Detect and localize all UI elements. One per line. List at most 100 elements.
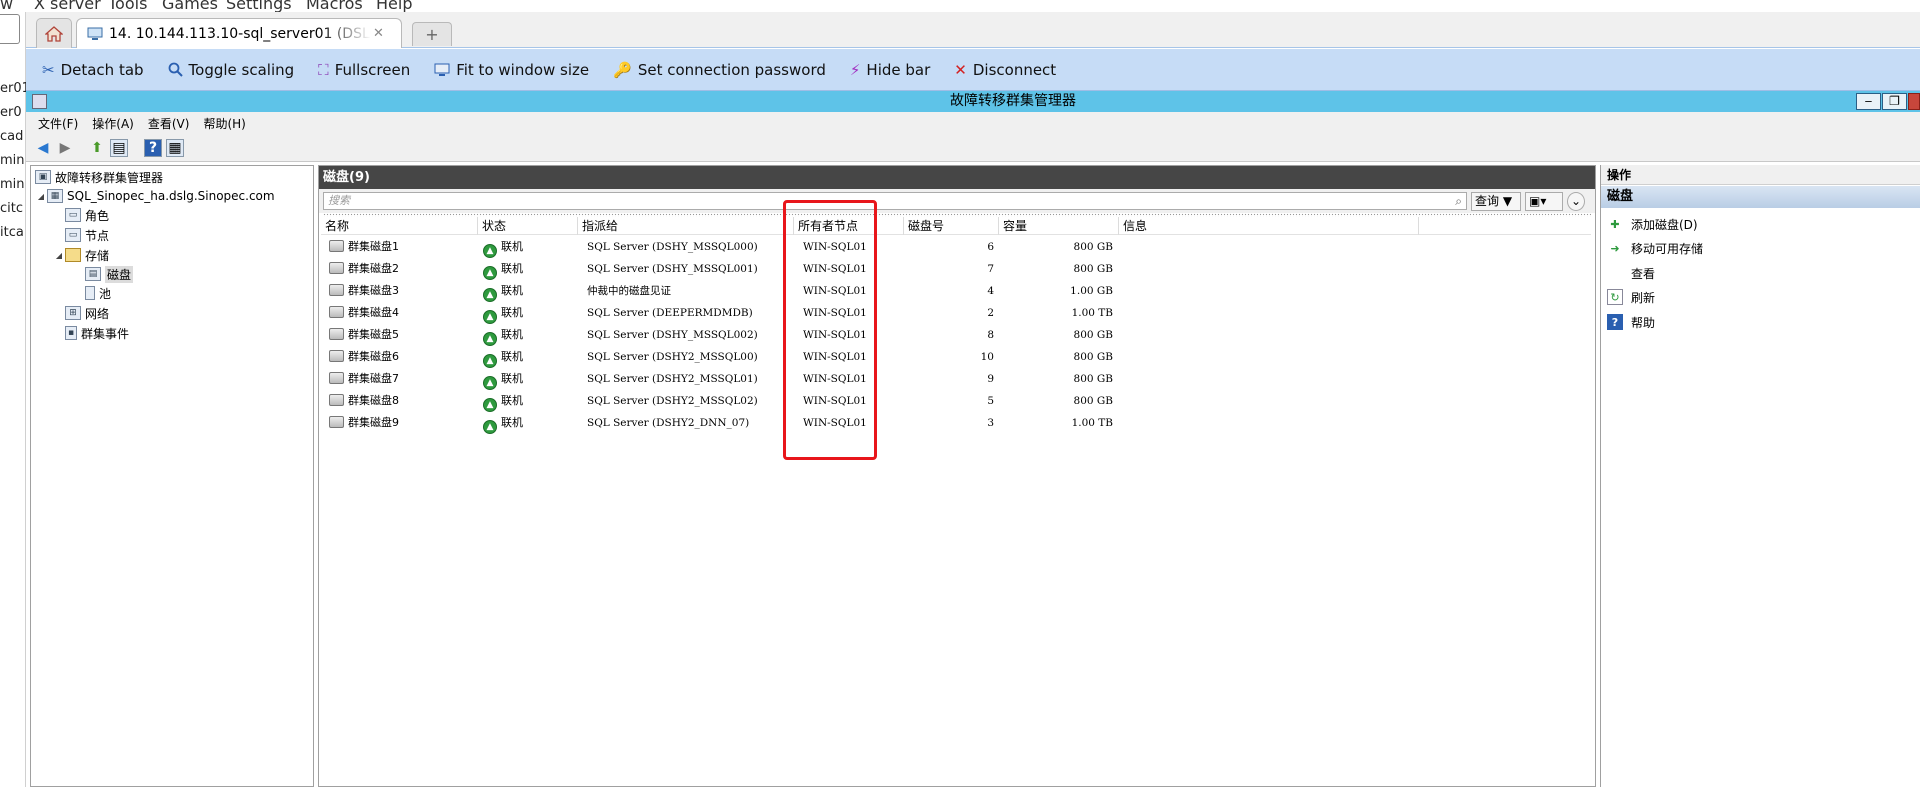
back-arrow-icon[interactable]: ◀ (34, 139, 52, 157)
sidebar-item[interactable]: er0 (0, 105, 22, 120)
cell-capacity: 800 GB (1073, 263, 1113, 275)
cell-assigned: SQL Server (DSHY_MSSQL000) (587, 241, 758, 253)
restore-button[interactable]: ❐ (1882, 93, 1907, 110)
cell-disk-number: 10 (980, 351, 994, 363)
outer-menu-settings[interactable]: Settings (226, 0, 292, 12)
outer-menu-view[interactable]: w (0, 0, 13, 12)
detach-tab-button[interactable]: ✂ Detach tab (42, 61, 144, 79)
lightning-icon: ⚡ (849, 60, 861, 79)
fullscreen-button[interactable]: ⛶ Fullscreen (318, 61, 410, 79)
key-icon: 🔑 (613, 60, 632, 79)
action-move-storage[interactable]: ➜ 移动可用存储 (1607, 237, 1703, 259)
outer-menu-macros[interactable]: Macros (306, 0, 363, 12)
col-header-assigned[interactable]: 指派给 (578, 217, 794, 235)
actions-header: 操作 (1601, 165, 1920, 185)
cell-disk-number: 6 (987, 241, 994, 253)
col-header-status[interactable]: 状态 (478, 217, 578, 235)
menu-file[interactable]: 文件(F) (38, 115, 78, 132)
toggle-scaling-button[interactable]: Toggle scaling (168, 61, 294, 79)
disk-icon (329, 240, 344, 252)
query-dropdown-button[interactable]: 查询 ▼ (1471, 192, 1521, 211)
save-query-button[interactable]: ▣▾ (1525, 192, 1563, 211)
action-add-disk[interactable]: ✚ 添加磁盘(D) (1607, 213, 1697, 235)
set-password-button[interactable]: 🔑 Set connection password (613, 61, 826, 79)
table-row[interactable]: 群集磁盘6 ▲ 联机 SQL Server (DSHY2_MSSQL00) WIN-SQ… (321, 346, 1591, 368)
disk-icon (329, 262, 344, 274)
sessions-sidebar: er01 er0 cad min min citc itca (0, 12, 30, 787)
collapse-arrow-icon[interactable]: ◢ (53, 251, 65, 260)
sidebar-item[interactable]: cad (0, 129, 23, 144)
minimize-button[interactable]: ‒ (1856, 93, 1881, 110)
menu-help[interactable]: 帮助(H) (203, 115, 245, 132)
close-window-button[interactable] (1908, 93, 1920, 110)
online-arrow-icon: ▲ (483, 398, 497, 412)
tree-item-nodes[interactable]: ▭ 节点 (65, 226, 109, 244)
tree-item-storage[interactable]: ◢ 存储 (53, 246, 109, 264)
action-view[interactable]: 查看 (1607, 262, 1655, 284)
table-row[interactable]: 群集磁盘3 ▲ 联机 仲裁中的磁盘见证 WIN-SQL01 4 1.00 GB (321, 280, 1591, 302)
hide-bar-button[interactable]: ⚡ Hide bar (850, 61, 930, 79)
collapse-arrow-icon[interactable]: ◢ (35, 192, 47, 201)
col-header-info[interactable]: 信息 (1119, 217, 1419, 235)
tree-item-disks[interactable]: ▤ 磁盘 (85, 265, 134, 283)
outer-menu-tools[interactable]: Tools (108, 0, 147, 12)
show-action-pane-icon[interactable]: ▦ (166, 139, 184, 157)
col-header-capacity[interactable]: 容量 (999, 217, 1119, 235)
action-help[interactable]: ? 帮助 (1607, 311, 1655, 333)
outer-menu-games[interactable]: Games (162, 0, 218, 12)
sidebar-item[interactable]: min (0, 153, 25, 168)
action-refresh[interactable]: ↻ 刷新 (1607, 286, 1655, 308)
expand-chevron-icon[interactable]: ⌄ (1567, 192, 1585, 211)
tree-cluster[interactable]: ◢ ▦ SQL_Sinopec_ha.dslg.Sinopec.com (35, 187, 275, 205)
new-tab-button[interactable]: + (412, 22, 452, 46)
outer-menu-xserver[interactable]: X server (34, 0, 101, 12)
tab-session[interactable]: 14. 10.144.113.10-sql_server01 (DSLG\ ✕ (76, 18, 402, 48)
cell-disk-number: 4 (987, 285, 994, 297)
sidebar-item[interactable]: citc (0, 201, 23, 216)
actions-section-disks[interactable]: 磁盘 (1601, 186, 1920, 208)
cell-name: 群集磁盘2 (329, 258, 399, 280)
up-folder-icon[interactable]: ⬆ (88, 139, 106, 157)
sidebar-search-box[interactable] (0, 14, 20, 44)
outer-menu-help[interactable]: Help (376, 0, 412, 12)
table-row[interactable]: 群集磁盘8 ▲ 联机 SQL Server (DSHY2_MSSQL02) WIN-SQ… (321, 390, 1591, 412)
refresh-icon: ↻ (1607, 289, 1623, 305)
tree-root[interactable]: ▣ 故障转移群集管理器 (35, 168, 163, 186)
home-icon (45, 25, 63, 42)
forward-arrow-icon[interactable]: ▶ (56, 139, 74, 157)
sidebar-item[interactable]: itca (0, 225, 24, 240)
search-input[interactable]: 搜索 ⌕ (323, 192, 1467, 210)
show-tree-icon[interactable]: ▤ (110, 139, 128, 157)
online-arrow-icon: ▲ (483, 376, 497, 390)
table-row[interactable]: 群集磁盘5 ▲ 联机 SQL Server (DSHY_MSSQL002) WIN-SQ… (321, 324, 1591, 346)
disk-icon: ▤ (85, 267, 101, 281)
help-icon[interactable]: ? (144, 139, 162, 157)
menu-view[interactable]: 查看(V) (148, 115, 190, 132)
home-tab[interactable] (36, 18, 72, 48)
table-row[interactable]: 群集磁盘2 ▲ 联机 SQL Server (DSHY_MSSQL001) WIN-SQ… (321, 258, 1591, 280)
disk-icon (329, 416, 344, 428)
disconnect-button[interactable]: ✕ Disconnect (954, 61, 1056, 79)
table-row[interactable]: 群集磁盘4 ▲ 联机 SQL Server (DEEPERMDMDB) WIN-SQL0… (321, 302, 1591, 324)
col-header-name[interactable]: 名称 (321, 217, 478, 235)
online-arrow-icon: ▲ (483, 288, 497, 302)
tree-item-roles[interactable]: ▭ 角色 (65, 206, 109, 224)
tree-item-pools[interactable]: 池 (85, 284, 111, 302)
col-header-disk-number[interactable]: 磁盘号 (904, 217, 999, 235)
sidebar-item[interactable]: min (0, 177, 25, 192)
tree-item-events[interactable]: ▪ 群集事件 (65, 324, 129, 342)
disconnect-label: Disconnect (972, 60, 1057, 79)
cell-capacity: 800 GB (1073, 329, 1113, 341)
cell-status: ▲ 联机 (483, 346, 523, 368)
table-row[interactable]: 群集磁盘9 ▲ 联机 SQL Server (DSHY2_DNN_07) WIN-SQL… (321, 412, 1591, 434)
tree-item-networks[interactable]: ⊞ 网络 (65, 304, 109, 322)
menu-action[interactable]: 操作(A) (92, 115, 134, 132)
search-placeholder: 搜索 (328, 194, 350, 207)
table-row[interactable]: 群集磁盘1 ▲ 联机 SQL Server (DSHY_MSSQL000) WIN-SQ… (321, 236, 1591, 258)
disks-panel: 磁盘(9) 搜索 ⌕ 查询 ▼ ▣▾ ⌄ 名称 状态 指派给 所有者节点 磁盘号… (318, 165, 1596, 787)
search-icon[interactable]: ⌕ (1455, 193, 1462, 209)
fit-window-button[interactable]: Fit to window size (434, 61, 589, 79)
cluster-icon: ▦ (47, 189, 63, 203)
close-tab-icon[interactable]: ✕ (373, 26, 384, 41)
table-row[interactable]: 群集磁盘7 ▲ 联机 SQL Server (DSHY2_MSSQL01) WIN-SQ… (321, 368, 1591, 390)
